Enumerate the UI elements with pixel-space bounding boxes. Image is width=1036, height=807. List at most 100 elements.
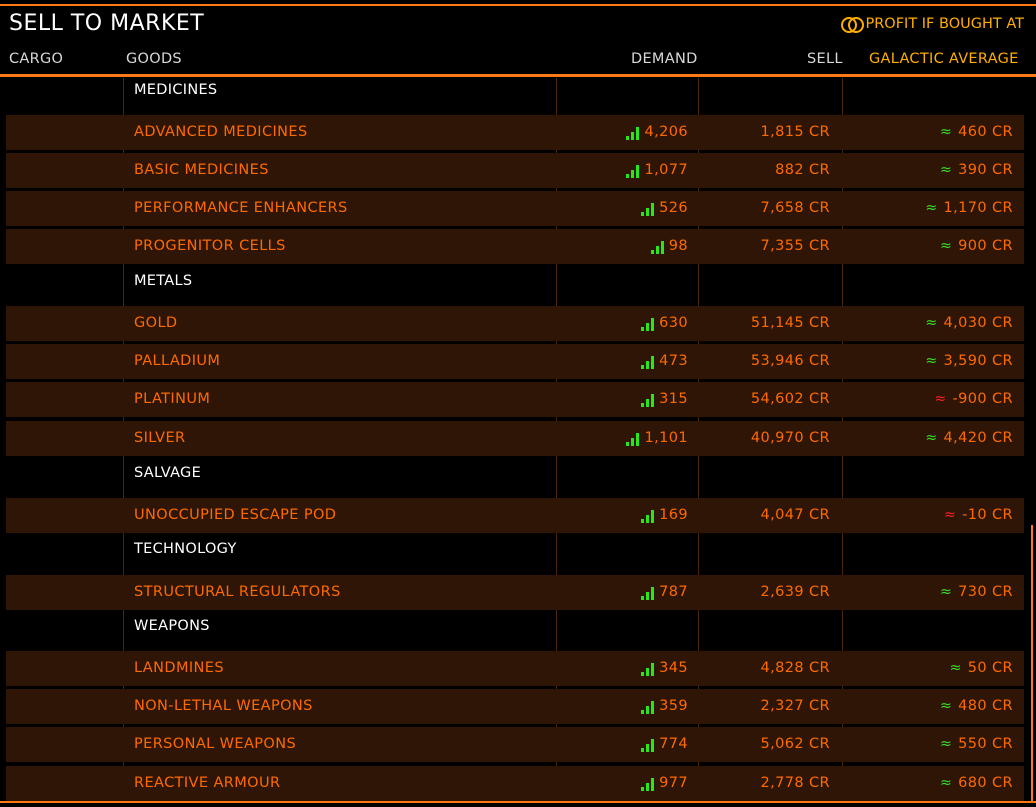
- profit-value: 4,030 CR: [943, 315, 1013, 331]
- demand-value: 345: [659, 660, 688, 676]
- commodity-row[interactable]: GOLD 630 51,145 CR ≈4,030 CR: [6, 306, 1024, 341]
- column-header-galactic-average[interactable]: GALACTIC AVERAGE: [869, 49, 1019, 69]
- sell-price: 53,946 CR: [750, 353, 830, 369]
- category-label: SALVAGE: [134, 465, 202, 481]
- category-label: WEAPONS: [134, 618, 210, 634]
- sell-price: 1,815 CR: [760, 124, 830, 140]
- page-title: SELL TO MARKET: [9, 11, 205, 36]
- sell-price: 7,355 CR: [760, 238, 830, 254]
- commodity-row[interactable]: STRUCTURAL REGULATORS 787 2,639 CR ≈730 CR: [6, 575, 1024, 610]
- profit-filter-toggle[interactable]: PROFIT IF BOUGHT AT: [841, 14, 1024, 34]
- sell-price: 2,778 CR: [760, 775, 830, 791]
- demand-value: 977: [659, 775, 688, 791]
- category-label: TECHNOLOGY: [134, 541, 237, 557]
- profit-cell: ≈4,420 CR: [925, 421, 1013, 456]
- profit-value: -10 CR: [962, 507, 1013, 523]
- column-header-sell[interactable]: SELL: [807, 49, 843, 69]
- demand-cell: 98: [650, 229, 688, 264]
- demand-value: 787: [659, 584, 688, 600]
- demand-value: 630: [659, 315, 688, 331]
- sell-price: 5,062 CR: [760, 736, 830, 752]
- demand-level-icon: [641, 738, 655, 752]
- commodity-name: REACTIVE ARMOUR: [134, 775, 281, 791]
- profit-cell: ≈390 CR: [940, 153, 1013, 188]
- demand-cell: 4,206: [626, 115, 688, 150]
- commodity-name: ADVANCED MEDICINES: [134, 124, 308, 140]
- commodity-row[interactable]: REACTIVE ARMOUR 977 2,778 CR ≈680 CR: [6, 766, 1024, 801]
- profit-cell: ≈3,590 CR: [925, 344, 1013, 379]
- commodity-row[interactable]: SILVER 1,101 40,970 CR ≈4,420 CR: [6, 421, 1024, 456]
- commodity-row[interactable]: PERSONAL WEAPONS 774 5,062 CR ≈550 CR: [6, 727, 1024, 762]
- commodity-row[interactable]: ADVANCED MEDICINES 4,206 1,815 CR ≈460 CR: [6, 115, 1024, 150]
- demand-level-icon: [641, 662, 655, 676]
- profit-cell: ≈480 CR: [940, 689, 1013, 724]
- sell-price: 2,327 CR: [760, 698, 830, 714]
- commodity-row[interactable]: PLATINUM 315 54,602 CR ≈ -900 CR: [6, 382, 1024, 417]
- commodity-row[interactable]: UNOCCUPIED ESCAPE POD 169 4,047 CR ≈ -10 CR: [6, 498, 1024, 533]
- demand-cell: 526: [641, 191, 688, 226]
- commodity-row[interactable]: BASIC MEDICINES 1,077 882 CR ≈390 CR: [6, 153, 1024, 188]
- profit-value: 1,170 CR: [943, 200, 1013, 216]
- commodity-row[interactable]: PALLADIUM 473 53,946 CR ≈3,590 CR: [6, 344, 1024, 379]
- commodity-row[interactable]: LANDMINES 345 4,828 CR ≈50 CR: [6, 651, 1024, 686]
- commodity-name: GOLD: [134, 315, 178, 331]
- demand-level-icon: [641, 700, 655, 714]
- commodity-name: PLATINUM: [134, 391, 211, 407]
- demand-level-icon: [626, 126, 640, 140]
- commodity-name: BASIC MEDICINES: [134, 162, 269, 178]
- approx-icon: ≈: [943, 507, 957, 523]
- demand-cell: 977: [641, 766, 688, 801]
- commodity-name: LANDMINES: [134, 660, 224, 676]
- demand-level-icon: [626, 432, 640, 446]
- demand-cell: 1,101: [626, 421, 688, 456]
- commodity-row[interactable]: NON-LETHAL WEAPONS 359 2,327 CR ≈480 CR: [6, 689, 1024, 724]
- column-header-demand[interactable]: DEMAND: [631, 49, 698, 69]
- demand-value: 526: [659, 200, 688, 216]
- commodity-name: SILVER: [134, 430, 186, 446]
- top-rule: [0, 4, 1036, 6]
- demand-cell: 774: [641, 727, 688, 762]
- profit-cell: ≈460 CR: [940, 115, 1013, 150]
- profit-value: 3,590 CR: [943, 353, 1013, 369]
- profit-cell: ≈ -10 CR: [944, 498, 1013, 533]
- sell-price: 882 CR: [775, 162, 830, 178]
- approx-icon: ≈: [939, 736, 953, 752]
- profit-note-label: PROFIT IF BOUGHT AT: [865, 16, 1024, 32]
- demand-cell: 787: [641, 575, 688, 610]
- approx-icon: ≈: [925, 315, 938, 331]
- demand-level-icon: [626, 164, 640, 178]
- demand-level-icon: [641, 777, 655, 791]
- commodity-name: PROGENITOR CELLS: [134, 238, 286, 254]
- demand-value: 774: [659, 736, 688, 752]
- demand-level-icon: [641, 586, 655, 600]
- profit-value: 460 CR: [958, 124, 1013, 140]
- demand-value: 169: [659, 507, 688, 523]
- demand-value: 473: [659, 353, 688, 369]
- profit-value: -900 CR: [952, 391, 1013, 407]
- approx-icon: ≈: [939, 698, 953, 714]
- header-rule: [0, 74, 1036, 77]
- commodity-row[interactable]: PROGENITOR CELLS 98 7,355 CR ≈900 CR: [6, 229, 1024, 264]
- profit-cell: ≈730 CR: [940, 575, 1013, 610]
- profit-cell: ≈680 CR: [940, 766, 1013, 801]
- demand-level-icon: [641, 393, 655, 407]
- demand-cell: 345: [641, 651, 688, 686]
- demand-value: 359: [659, 698, 688, 714]
- column-header-goods[interactable]: GOODS: [126, 49, 182, 69]
- sell-price: 51,145 CR: [750, 315, 830, 331]
- approx-icon: ≈: [925, 200, 938, 216]
- demand-level-icon: [641, 317, 655, 331]
- commodity-name: NON-LETHAL WEAPONS: [134, 698, 313, 714]
- demand-cell: 359: [641, 689, 688, 724]
- approx-icon: ≈: [925, 353, 938, 369]
- scrollbar[interactable]: [1031, 525, 1033, 801]
- demand-level-icon: [641, 355, 655, 369]
- column-header-cargo[interactable]: CARGO: [9, 49, 63, 69]
- approx-icon: ≈: [949, 660, 962, 676]
- commodity-row[interactable]: PERFORMANCE ENHANCERS 526 7,658 CR ≈1,170 C…: [6, 191, 1024, 226]
- profit-cell: ≈900 CR: [940, 229, 1013, 264]
- category-label: METALS: [134, 273, 193, 289]
- sell-price: 2,639 CR: [760, 584, 830, 600]
- profit-value: 480 CR: [958, 698, 1013, 714]
- profit-cell: ≈4,030 CR: [925, 306, 1013, 341]
